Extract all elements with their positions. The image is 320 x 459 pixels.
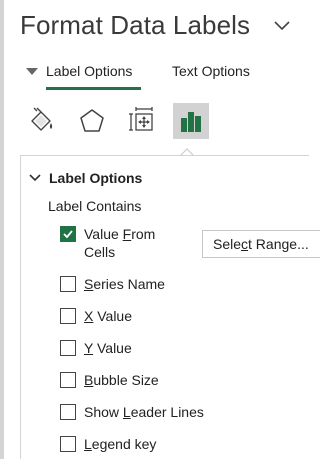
pentagon-icon (80, 109, 104, 132)
chevron-down-icon (274, 21, 290, 31)
value-from-cells-label: Value From Cells (84, 226, 156, 260)
x-value-label: X Value (84, 308, 133, 324)
x-value-checkbox[interactable] (60, 308, 76, 324)
select-range-button[interactable]: Select Range... (202, 230, 320, 258)
fill-line-button[interactable] (23, 103, 59, 139)
bubble-size-label: Bubble Size (84, 372, 159, 388)
legend-key-label: Legend key (84, 436, 157, 452)
active-tab-indicator (46, 87, 141, 90)
size-properties-button[interactable] (125, 103, 161, 139)
series-name-option[interactable]: Series Name (60, 275, 165, 293)
y-value-option[interactable]: Y Value (60, 339, 132, 357)
effects-button[interactable] (74, 103, 110, 139)
series-name-checkbox[interactable] (60, 276, 76, 292)
section-left-border (20, 155, 21, 459)
show-leader-lines-label: Show Leader Lines (84, 404, 204, 420)
bar-chart-icon (181, 112, 201, 132)
pane-title: Format Data Labels (20, 10, 251, 40)
show-leader-lines-checkbox[interactable] (60, 404, 76, 420)
section-divider (20, 155, 309, 156)
caret-down-icon (26, 68, 38, 75)
legend-key-checkbox[interactable] (60, 436, 76, 452)
show-leader-lines-option[interactable]: Show Leader Lines (60, 403, 204, 421)
bubble-size-option[interactable]: Bubble Size (60, 371, 159, 389)
value-from-cells-option[interactable]: Value From Cells (60, 225, 174, 261)
x-value-option[interactable]: X Value (60, 307, 132, 325)
tab-label-options[interactable]: Label Options (46, 63, 132, 79)
label-options-button[interactable] (173, 103, 209, 139)
pane-left-border (0, 0, 4, 459)
paint-bucket-icon (31, 107, 53, 131)
tab-text-options[interactable]: Text Options (172, 63, 250, 79)
legend-key-option[interactable]: Legend key (60, 435, 156, 453)
value-from-cells-checkbox[interactable] (60, 226, 76, 242)
section-heading-label-options[interactable]: Label Options (49, 170, 142, 186)
series-name-label: Series Name (84, 276, 165, 292)
bubble-size-checkbox[interactable] (60, 372, 76, 388)
size-properties-icon (129, 107, 153, 131)
chevron-down-icon[interactable] (29, 173, 41, 183)
collapse-pane-button[interactable] (270, 14, 294, 38)
y-value-checkbox[interactable] (60, 340, 76, 356)
y-value-label: Y Value (84, 340, 132, 356)
label-contains-heading: Label Contains (48, 198, 142, 214)
checkmark-icon (63, 230, 73, 239)
